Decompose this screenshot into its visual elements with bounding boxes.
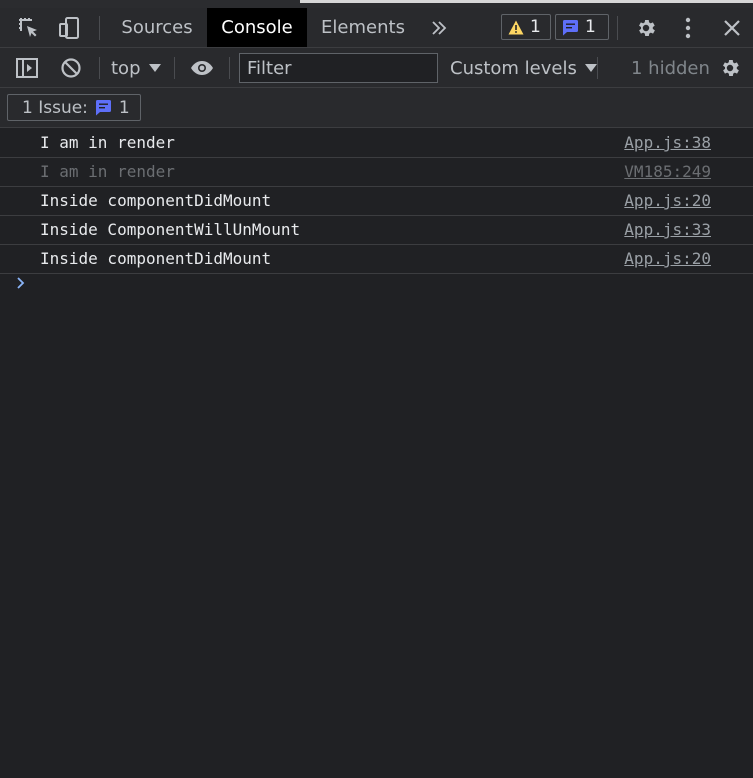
device-toolbar-icon[interactable] — [52, 14, 86, 42]
more-options-icon[interactable] — [673, 14, 703, 42]
devtools-tab-bar: Sources Console Elements 1 1 — [0, 8, 753, 48]
console-message: Inside componentDidMount App.js:20 — [0, 245, 753, 274]
source-link[interactable]: App.js:20 — [624, 187, 711, 215]
more-tabs-chevron-icon[interactable] — [424, 14, 454, 42]
warnings-badge[interactable]: 1 — [501, 14, 551, 40]
console-settings-gear-icon[interactable] — [715, 54, 745, 82]
tab-label: Sources — [121, 17, 193, 38]
message-text: Inside componentDidMount — [40, 249, 272, 268]
dropdown-arrow-icon — [584, 64, 597, 72]
context-selector[interactable]: top — [111, 48, 161, 88]
prompt-chevron-icon — [17, 277, 25, 289]
live-expression-eye-icon[interactable] — [185, 54, 219, 82]
console-message: I am in render App.js:38 — [0, 129, 753, 158]
messages-badge[interactable]: 1 — [555, 14, 609, 40]
issues-button[interactable]: 1 Issue: 1 — [7, 94, 141, 121]
source-link[interactable]: App.js:33 — [624, 216, 711, 244]
hidden-count: 1 hidden — [631, 57, 710, 79]
source-link[interactable]: App.js:38 — [624, 129, 711, 157]
inspect-element-icon[interactable] — [12, 14, 46, 42]
message-text: Inside componentDidMount — [40, 191, 272, 210]
source-link[interactable]: VM185:249 — [624, 158, 711, 186]
source-link[interactable]: App.js:20 — [624, 245, 711, 273]
filter-input[interactable] — [239, 53, 438, 83]
log-levels-label: Custom levels — [450, 57, 577, 79]
info-message-icon — [95, 100, 111, 116]
tab-label: Elements — [321, 17, 405, 38]
window-top-strip — [0, 0, 753, 8]
tab-sources[interactable]: Sources — [108, 8, 206, 47]
console-message: Inside componentDidMount App.js:20 — [0, 187, 753, 216]
issues-bar: 1 Issue: 1 — [0, 88, 753, 128]
warning-icon — [508, 20, 524, 34]
console-message: I am in render VM185:249 — [0, 158, 753, 187]
message-text: I am in render — [40, 133, 175, 152]
issues-count: 1 — [118, 97, 130, 118]
clear-console-icon[interactable] — [54, 54, 88, 82]
settings-gear-icon[interactable] — [631, 14, 661, 42]
console-messages: I am in render App.js:38 I am in render … — [0, 129, 753, 274]
tab-elements[interactable]: Elements — [308, 8, 418, 47]
warnings-count: 1 — [530, 17, 541, 37]
show-sidebar-icon[interactable] — [10, 54, 44, 82]
messages-count: 1 — [585, 17, 596, 37]
console-message: Inside ComponentWillUnMount App.js:33 — [0, 216, 753, 245]
message-text: Inside ComponentWillUnMount — [40, 220, 301, 239]
console-toolbar: top Custom levels 1 hidden — [0, 48, 753, 88]
close-icon[interactable] — [717, 14, 747, 42]
console-prompt[interactable] — [16, 276, 26, 290]
context-label: top — [111, 57, 141, 79]
tab-console[interactable]: Console — [207, 8, 307, 47]
issues-label: 1 Issue: — [22, 97, 88, 118]
info-message-icon — [563, 19, 578, 35]
tab-label: Console — [221, 17, 293, 38]
message-text: I am in render — [40, 162, 175, 181]
dropdown-arrow-icon — [148, 64, 161, 72]
log-levels-dropdown[interactable]: Custom levels — [450, 48, 597, 88]
